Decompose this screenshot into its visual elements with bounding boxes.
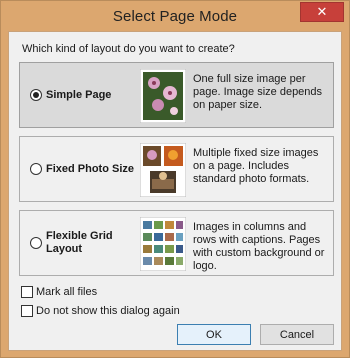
- close-button[interactable]: ✕: [300, 2, 344, 22]
- close-icon: ✕: [316, 4, 328, 19]
- dialog-body: Which kind of layout do you want to crea…: [8, 31, 342, 351]
- fixed-photos-thumbnail-icon: [140, 143, 186, 197]
- do-not-show-label: Do not show this dialog again: [36, 305, 180, 317]
- option-simple-page[interactable]: Simple Page One full size image per page…: [19, 62, 334, 128]
- radio-fixed-photo-size[interactable]: [30, 163, 42, 175]
- ok-button[interactable]: OK: [177, 324, 251, 345]
- cancel-button[interactable]: Cancel: [260, 324, 334, 345]
- grid-thumbnail-icon: [140, 217, 186, 271]
- radio-flexible-grid-layout[interactable]: [30, 237, 42, 249]
- option-label: Flexible Grid Layout: [46, 230, 113, 255]
- mark-all-files-label: Mark all files: [36, 286, 98, 298]
- radio-group-simple-page: Simple Page: [30, 63, 111, 127]
- radio-selected-dot: [33, 92, 39, 98]
- layout-question: Which kind of layout do you want to crea…: [22, 43, 235, 55]
- option-description: Multiple fixed size images on a page. In…: [193, 147, 319, 185]
- option-description: Images in columns and rows with captions…: [193, 221, 325, 272]
- title-bar[interactable]: Select Page Mode ✕: [1, 1, 349, 31]
- option-label: Fixed Photo Size: [46, 162, 135, 175]
- option-flexible-grid-layout[interactable]: Flexible Grid Layout Images in columns a…: [19, 210, 334, 276]
- mark-all-files-checkbox[interactable]: [21, 286, 33, 298]
- do-not-show-row[interactable]: Do not show this dialog again: [21, 305, 180, 317]
- option-fixed-photo-size[interactable]: Fixed Photo Size Multiple fixed size ima…: [19, 136, 334, 202]
- radio-group-flexible-grid: Flexible Grid Layout: [30, 211, 116, 275]
- single-photo-thumbnail-icon: [140, 69, 186, 123]
- radio-simple-page[interactable]: [30, 89, 42, 101]
- window-title: Select Page Mode: [112, 7, 238, 25]
- dialog-window: Select Page Mode ✕ Which kind of layout …: [0, 0, 350, 358]
- radio-group-fixed-photo-size: Fixed Photo Size: [30, 137, 134, 201]
- option-label: Simple Page: [46, 88, 112, 101]
- do-not-show-checkbox[interactable]: [21, 305, 33, 317]
- option-description: One full size image per page. Image size…: [193, 73, 323, 111]
- mark-all-files-row[interactable]: Mark all files: [21, 286, 97, 298]
